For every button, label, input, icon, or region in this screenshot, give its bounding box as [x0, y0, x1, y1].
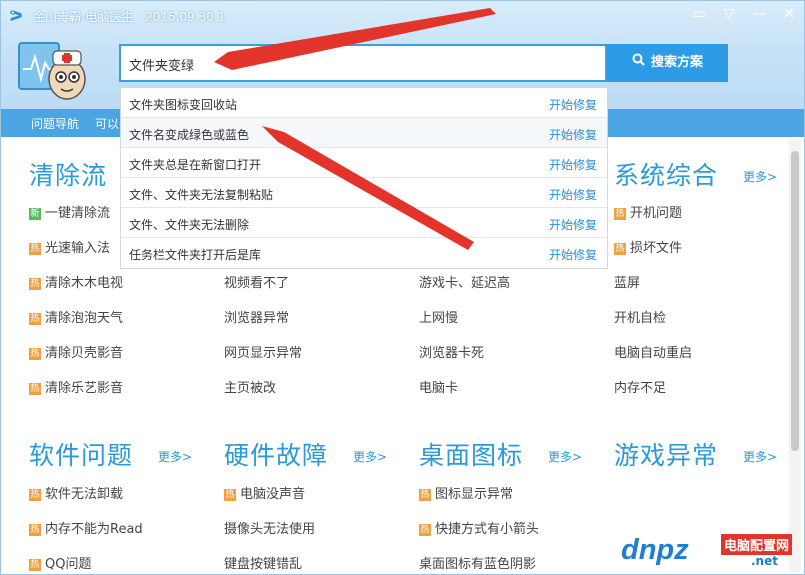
hot-badge: 热: [29, 243, 41, 255]
start-repair-link[interactable]: 开始修复: [549, 126, 597, 143]
list-item[interactable]: 热清除木木电视: [29, 272, 123, 291]
search-input[interactable]: [127, 52, 601, 76]
list-item[interactable]: 电脑卡: [419, 377, 458, 396]
start-repair-link[interactable]: 开始修复: [549, 186, 597, 203]
list-item[interactable]: 热电脑没声音: [224, 483, 305, 502]
list-item[interactable]: 热损坏文件: [614, 237, 682, 256]
section-title-system[interactable]: 系统综合: [614, 156, 718, 192]
hot-badge: 热: [29, 313, 41, 325]
hot-badge: 热: [29, 559, 41, 571]
list-item[interactable]: 桌面图标有蓝色阴影: [419, 553, 536, 572]
hot-badge: 热: [29, 489, 41, 501]
section-title-software[interactable]: 软件问题: [29, 436, 133, 472]
list-item[interactable]: 热 QQ问题: [29, 553, 91, 572]
watermark: dnpz 电脑配置网 .net: [621, 528, 801, 572]
feedback-icon[interactable]: ▭: [684, 1, 714, 27]
search-icon: [632, 44, 645, 82]
list-item[interactable]: 热光速输入法: [29, 237, 110, 256]
list-item[interactable]: 摄像头无法使用: [224, 518, 315, 537]
suggestion-item[interactable]: 文件、文件夹无法删除 开始修复: [121, 208, 607, 238]
start-repair-link[interactable]: 开始修复: [549, 216, 597, 233]
hot-badge: 热: [419, 524, 431, 536]
new-badge: 新: [29, 208, 41, 220]
list-item[interactable]: 视频看不了: [224, 272, 289, 291]
list-item[interactable]: 网页显示异常: [224, 342, 302, 361]
watermark-main: dnpz: [621, 534, 689, 566]
list-item[interactable]: 内存不足: [614, 377, 666, 396]
hot-badge: 热: [419, 489, 431, 501]
app-name: 金山毒霸-电脑医生: [33, 10, 134, 24]
section-title-desktop[interactable]: 桌面图标: [419, 436, 523, 472]
list-item[interactable]: 热清除贝壳影音: [29, 342, 123, 361]
section-title-game[interactable]: 游戏异常: [614, 436, 718, 472]
app-version: 2015.09.30.1: [145, 10, 226, 24]
hot-badge: 热: [29, 383, 41, 395]
watermark-sub: 电脑配置网: [721, 534, 793, 555]
doctor-mascot-icon: [18, 42, 86, 100]
nav-item-2[interactable]: 可以: [95, 115, 119, 132]
hot-badge: 热: [29, 348, 41, 360]
list-item[interactable]: 蓝屏: [614, 272, 640, 291]
window-controls: ▭ ▽ — ✕: [684, 1, 804, 27]
app-window: ᕗ 金山毒霸-电脑医生 2015.09.30.1 ▭ ▽ — ✕ 文件夹变绿 搜…: [0, 0, 805, 575]
list-item[interactable]: 热内存不能为Read: [29, 518, 143, 537]
list-item[interactable]: 新一键清除流: [29, 202, 110, 221]
list-item[interactable]: 热图标显示异常: [419, 483, 513, 502]
list-item[interactable]: 键盘按键错乱: [224, 553, 302, 572]
hot-badge: 热: [29, 524, 41, 536]
suggestion-item[interactable]: 任务栏文件夹打开后是库 开始修复: [121, 238, 607, 268]
more-link[interactable]: 更多>: [353, 448, 387, 465]
search-box: [119, 44, 607, 82]
list-item[interactable]: 主页被改: [224, 377, 276, 396]
list-item[interactable]: 热清除乐艺影音: [29, 377, 123, 396]
window-title: 金山毒霸-电脑医生 2015.09.30.1: [33, 8, 233, 25]
list-item[interactable]: 浏览器异常: [224, 307, 289, 326]
more-link[interactable]: 更多>: [743, 168, 777, 185]
title-bar: ᕗ 金山毒霸-电脑医生 2015.09.30.1 ▭ ▽ — ✕: [1, 1, 804, 31]
section-title-clean[interactable]: 清除流: [29, 156, 107, 192]
menu-icon[interactable]: ▽: [714, 1, 744, 27]
list-item[interactable]: 热开机问题: [614, 202, 682, 221]
list-item[interactable]: 游戏卡、延迟高: [419, 272, 510, 291]
more-link[interactable]: 更多>: [548, 448, 582, 465]
suggestion-item[interactable]: 文件夹总是在新窗口打开 开始修复: [121, 148, 607, 178]
list-item[interactable]: 电脑自动重启: [614, 342, 692, 361]
more-link[interactable]: 更多>: [158, 448, 192, 465]
close-icon[interactable]: ✕: [774, 1, 804, 27]
hot-badge: 热: [224, 489, 236, 501]
hot-badge: 热: [614, 243, 626, 255]
search-suggestions: 文件夹图标变回收站 开始修复 文件名变成绿色或蓝色 开始修复 文件夹总是在新窗口…: [120, 87, 608, 269]
section-title-hardware[interactable]: 硬件故障: [224, 436, 328, 472]
search-button-label: 搜索方案: [650, 55, 703, 70]
suggestion-item[interactable]: 文件名变成绿色或蓝色 开始修复: [121, 118, 607, 148]
list-item[interactable]: 热清除泡泡天气: [29, 307, 123, 326]
start-repair-link[interactable]: 开始修复: [549, 96, 597, 113]
app-logo-icon: ᕗ: [9, 7, 23, 25]
start-repair-link[interactable]: 开始修复: [549, 246, 597, 263]
minimize-icon[interactable]: —: [744, 1, 774, 27]
list-item[interactable]: 浏览器卡死: [419, 342, 484, 361]
list-item[interactable]: 热快捷方式有小箭头: [419, 518, 539, 537]
search-button[interactable]: 搜索方案: [607, 44, 728, 82]
list-item[interactable]: 上网慢: [419, 307, 458, 326]
nav-item-problem-guide[interactable]: 问题导航: [31, 115, 79, 132]
hot-badge: 热: [29, 278, 41, 290]
suggestion-item[interactable]: 文件、文件夹无法复制粘贴 开始修复: [121, 178, 607, 208]
hot-badge: 热: [614, 208, 626, 220]
list-item[interactable]: 热软件无法卸载: [29, 483, 123, 502]
more-link[interactable]: 更多>: [743, 448, 777, 465]
scrollbar-thumb[interactable]: [791, 151, 799, 451]
start-repair-link[interactable]: 开始修复: [549, 156, 597, 173]
watermark-net: .net: [751, 554, 778, 568]
suggestion-item[interactable]: 文件夹图标变回收站 开始修复: [121, 88, 607, 118]
list-item[interactable]: 开机自检: [614, 307, 666, 326]
